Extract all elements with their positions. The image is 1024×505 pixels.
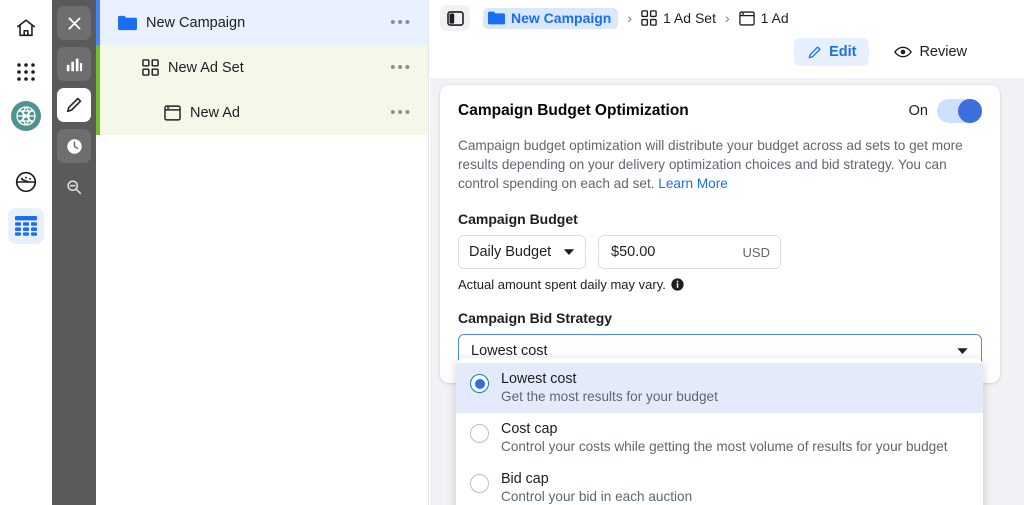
row-overflow-menu-button[interactable]: ••• — [388, 104, 414, 122]
review-button[interactable]: Review — [881, 38, 980, 66]
grid-icon — [96, 59, 159, 76]
budget-type-select[interactable]: Daily Budget — [458, 235, 586, 269]
tree-row-label: New Ad Set — [168, 59, 244, 76]
pencil-icon — [807, 45, 822, 60]
pencil-icon[interactable] — [57, 88, 91, 122]
action-row: Edit Review — [430, 36, 1024, 78]
info-icon[interactable] — [671, 278, 684, 291]
tree-empty-area — [96, 145, 428, 505]
bid-strategy-value: Lowest cost — [471, 342, 548, 359]
breadcrumb-label: 1 Ad Set — [663, 10, 716, 26]
budget-hint-text: Actual amount spent daily may vary. — [458, 277, 666, 292]
campaign-tree-panel: New Campaign ••• New Ad Set ••• New Ad •… — [96, 0, 429, 505]
option-text-wrap: Cost cap Control your costs while gettin… — [501, 421, 948, 454]
breadcrumb-separator: › — [627, 10, 633, 26]
bid-option-lowest-cost[interactable]: Lowest cost Get the most results for you… — [456, 363, 983, 413]
eye-icon — [894, 45, 913, 59]
row-accent-bar — [96, 45, 100, 90]
budget-type-value: Daily Budget — [469, 244, 552, 260]
grid-icon — [641, 10, 657, 26]
option-subtitle: Control your costs while getting the mos… — [501, 439, 948, 454]
option-text-wrap: Bid cap Control your bid in each auction — [501, 471, 692, 504]
breadcrumb-label: New Campaign — [511, 9, 612, 26]
budget-amount-field[interactable]: USD — [598, 235, 781, 269]
row-accent-bar — [96, 90, 100, 135]
tree-row[interactable]: New Campaign ••• — [96, 0, 428, 45]
row-overflow-menu-button[interactable]: ••• — [388, 14, 414, 32]
zoom-out-icon[interactable] — [57, 170, 91, 204]
breadcrumb-separator: › — [724, 10, 730, 26]
chevron-down-icon — [563, 248, 575, 256]
app-root: New Campaign ••• New Ad Set ••• New Ad •… — [0, 0, 1024, 505]
option-text-wrap: Lowest cost Get the most results for you… — [501, 371, 718, 404]
dark-toolbar — [52, 0, 96, 505]
option-title: Lowest cost — [501, 371, 577, 387]
toggle-knob — [958, 99, 982, 123]
currency-label: USD — [742, 244, 770, 260]
review-label: Review — [919, 44, 967, 60]
breadcrumb: New Campaign › 1 Ad Set › 1 Ad — [483, 7, 789, 29]
campaign-budget-label: Campaign Budget — [458, 211, 578, 227]
card-header: Campaign Budget Optimization On — [458, 99, 982, 123]
panel-toggle-icon[interactable] — [440, 5, 470, 31]
radio-button[interactable] — [470, 424, 489, 443]
window-icon — [96, 104, 181, 121]
edit-button[interactable]: Edit — [794, 38, 870, 66]
window-icon — [738, 10, 755, 26]
breadcrumb-bar: New Campaign › 1 Ad Set › 1 Ad — [430, 0, 1024, 36]
close-icon[interactable] — [57, 6, 91, 40]
page-title: Campaign Budget Optimization — [458, 102, 689, 119]
budget-hint: Actual amount spent daily may vary. — [458, 277, 982, 292]
budget-amount-input[interactable] — [609, 243, 737, 261]
tree-row[interactable]: New Ad ••• — [96, 90, 428, 135]
tree-row-label: New Campaign — [146, 14, 246, 31]
toggle-state-label: On — [908, 103, 928, 119]
left-icon-rail — [0, 0, 52, 505]
campaign-budget-optimization-card: Campaign Budget Optimization On Campaign… — [440, 85, 1000, 383]
budget-field-row: Daily Budget USD — [458, 235, 982, 269]
row-accent-bar — [96, 0, 100, 45]
option-subtitle: Get the most results for your budget — [501, 389, 718, 404]
radio-button[interactable] — [470, 474, 489, 493]
breadcrumb-item-ad[interactable]: 1 Ad — [738, 10, 789, 26]
cbo-toggle-switch[interactable] — [937, 99, 982, 123]
table-icon[interactable] — [8, 208, 44, 244]
tree-row-label: New Ad — [190, 104, 240, 121]
breadcrumb-item-campaign[interactable]: New Campaign — [483, 7, 619, 29]
folder-icon — [488, 11, 505, 25]
home-icon[interactable] — [8, 10, 44, 46]
folder-icon — [96, 15, 137, 31]
main-content: New Campaign › 1 Ad Set › 1 Ad Edit Revi… — [430, 0, 1024, 505]
clock-icon[interactable] — [57, 129, 91, 163]
breadcrumb-item-adset[interactable]: 1 Ad Set — [641, 10, 716, 26]
card-description: Campaign budget optimization will distri… — [458, 136, 982, 193]
gauge-icon[interactable] — [8, 164, 44, 200]
chevron-down-icon — [956, 347, 969, 355]
row-overflow-menu-button[interactable]: ••• — [388, 59, 414, 77]
globe-icon[interactable] — [8, 98, 44, 134]
edit-label: Edit — [829, 44, 857, 60]
campaign-bid-strategy-label: Campaign Bid Strategy — [458, 310, 613, 326]
bar-chart-icon[interactable] — [57, 47, 91, 81]
learn-more-link[interactable]: Learn More — [658, 176, 728, 191]
option-title: Bid cap — [501, 471, 549, 487]
bid-option-cost-cap[interactable]: Cost cap Control your costs while gettin… — [456, 413, 983, 463]
tree-row[interactable]: New Ad Set ••• — [96, 45, 428, 90]
apps-grid-icon[interactable] — [8, 54, 44, 90]
bid-strategy-dropdown-menu: Lowest cost Get the most results for you… — [456, 358, 983, 505]
option-subtitle: Control your bid in each auction — [501, 489, 693, 504]
bid-option-bid-cap[interactable]: Bid cap Control your bid in each auction — [456, 463, 983, 505]
radio-button[interactable] — [470, 374, 489, 393]
breadcrumb-label: 1 Ad — [760, 10, 789, 26]
option-title: Cost cap — [501, 421, 558, 437]
